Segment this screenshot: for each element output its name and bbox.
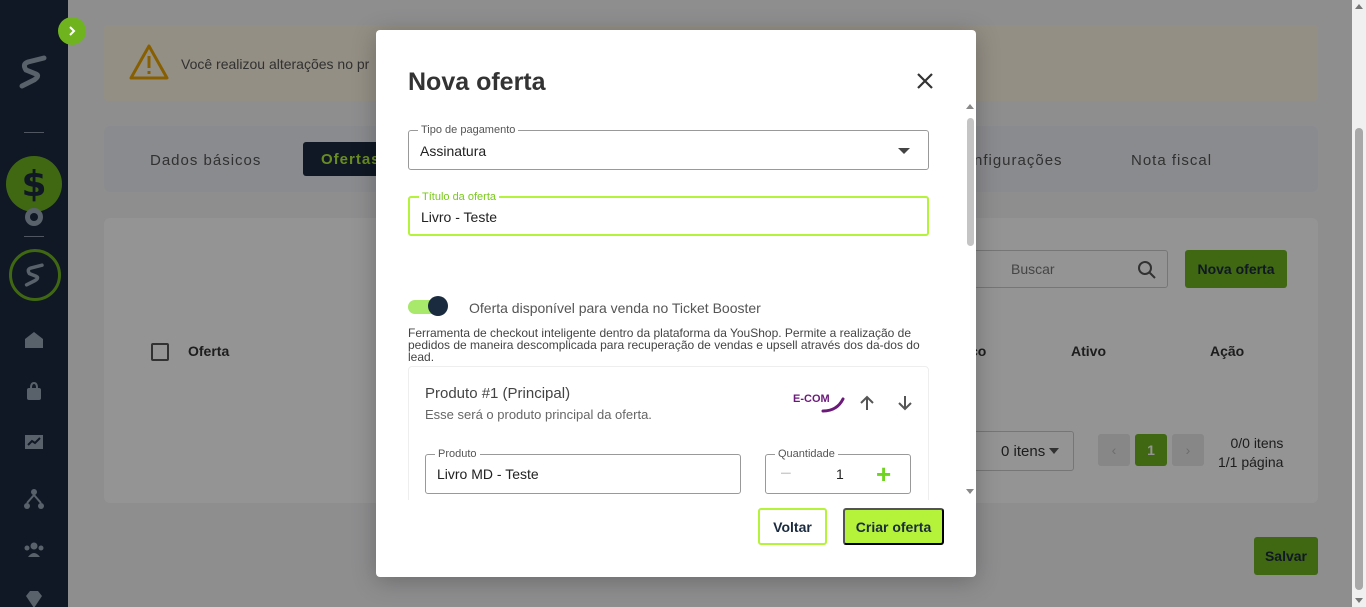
arrow-up-icon[interactable] <box>857 393 877 413</box>
quantity-stepper[interactable]: Quantidade − 1 + <box>765 447 911 494</box>
sidebar-expand-button[interactable] <box>58 17 86 45</box>
arrow-down-icon[interactable] <box>895 393 915 413</box>
product-select[interactable]: Produto Livro MD - Teste <box>425 447 741 494</box>
scroll-down-arrow[interactable] <box>966 489 974 494</box>
ecom-badge-icon: E-COM <box>793 393 845 413</box>
payment-type-select[interactable]: Tipo de pagamento Assinatura <box>408 123 929 170</box>
offer-title-input[interactable]: Título da oferta Livro - Teste <box>408 190 929 236</box>
increment-button[interactable]: + <box>876 459 891 490</box>
decrement-button[interactable]: − <box>780 463 792 486</box>
scrollbar-thumb[interactable] <box>967 118 974 246</box>
ticket-booster-label: Oferta disponível para venda no Ticket B… <box>469 300 761 316</box>
create-offer-button[interactable]: Criar oferta <box>843 508 944 545</box>
ticket-booster-description: Ferramenta de checkout inteligente dentr… <box>408 326 920 364</box>
toggle-knob <box>428 296 448 316</box>
new-offer-modal: Nova oferta Tipo de pagamento Assinatura… <box>376 30 976 577</box>
page-scrollbar[interactable] <box>1352 0 1366 607</box>
product-value: Livro MD - Teste <box>437 466 539 482</box>
product-card-title: Produto #1 (Principal) <box>425 385 571 402</box>
modal-body: Tipo de pagamento Assinatura Título da o… <box>376 120 964 500</box>
scroll-up-arrow[interactable] <box>966 104 974 109</box>
offer-title-value: Livro - Teste <box>421 209 497 225</box>
close-icon[interactable] <box>914 70 936 92</box>
offer-title-label: Título da oferta <box>419 190 499 204</box>
product-card: Produto #1 (Principal) Esse será o produ… <box>408 366 929 500</box>
quantity-value: 1 <box>836 466 844 482</box>
chevron-down-icon <box>898 148 910 154</box>
modal-scrollbar[interactable] <box>964 104 976 494</box>
scroll-down-arrow[interactable] <box>1355 598 1363 603</box>
scroll-up-arrow[interactable] <box>1355 4 1363 9</box>
scrollbar-thumb[interactable] <box>1355 128 1363 590</box>
modal-title: Nova oferta <box>408 68 546 96</box>
ecom-badge-text: E-COM <box>793 393 830 405</box>
payment-type-label: Tipo de pagamento <box>418 123 519 137</box>
ticket-booster-toggle[interactable] <box>408 296 448 318</box>
payment-type-value: Assinatura <box>420 143 487 159</box>
quantity-label: Quantidade <box>775 447 838 461</box>
product-card-subtitle: Esse será o produto principal da oferta. <box>425 407 652 422</box>
product-label: Produto <box>435 447 480 461</box>
back-button[interactable]: Voltar <box>758 508 827 545</box>
chevron-right-icon <box>69 26 76 36</box>
